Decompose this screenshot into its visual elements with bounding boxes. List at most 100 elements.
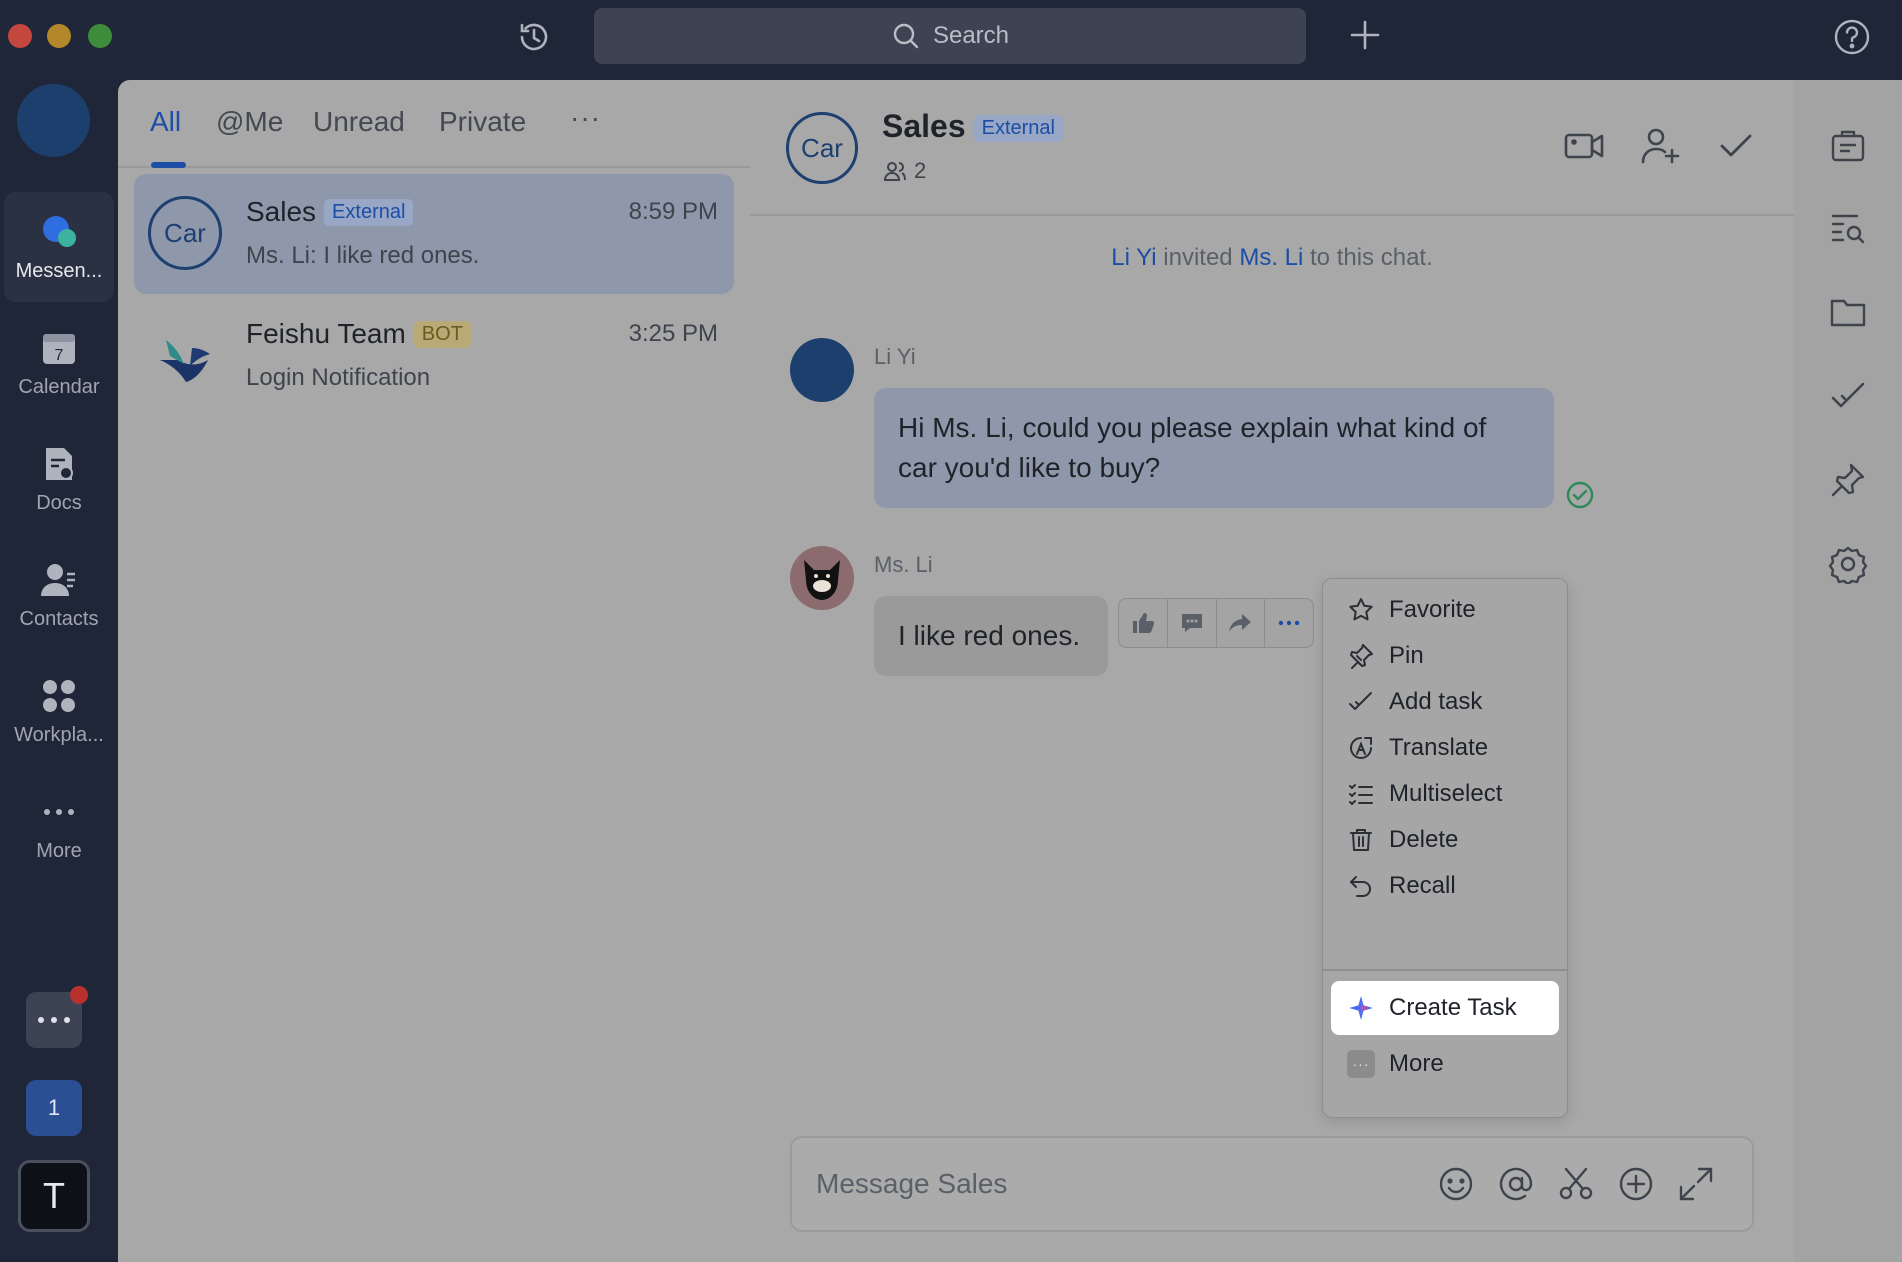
window-count-button[interactable]: 1 bbox=[26, 1080, 82, 1136]
chat-name: Feishu Team BOT bbox=[246, 318, 471, 350]
sidebar-item-label: Contacts bbox=[19, 607, 99, 630]
profile-button[interactable]: T bbox=[18, 1160, 90, 1232]
group-avatar[interactable]: Car bbox=[786, 112, 858, 184]
close-window-button[interactable] bbox=[8, 24, 32, 48]
chat-avatar: Car bbox=[148, 196, 222, 270]
more-square-icon: ··· bbox=[1347, 1050, 1375, 1078]
tabs-more-button[interactable]: ··· bbox=[570, 102, 601, 134]
pin-icon[interactable] bbox=[1828, 460, 1868, 500]
search-placeholder: Search bbox=[932, 22, 1010, 49]
message-bubble[interactable]: I like red ones. bbox=[874, 596, 1108, 676]
task-icon[interactable] bbox=[1828, 376, 1868, 416]
plus-icon[interactable] bbox=[1348, 18, 1382, 52]
more-actions-button[interactable] bbox=[1265, 599, 1313, 647]
expand-icon[interactable] bbox=[1676, 1164, 1716, 1204]
feishu-logo-icon bbox=[160, 340, 210, 382]
message-bubble[interactable]: Hi Ms. Li, could you please explain what… bbox=[874, 388, 1554, 508]
tab-private[interactable]: Private bbox=[439, 106, 526, 138]
menu-item-more[interactable]: ··· More bbox=[1331, 1037, 1559, 1091]
sidebar-item-label: Workpla... bbox=[14, 723, 104, 746]
external-tag: External bbox=[973, 115, 1063, 142]
conversation-title-text: Sales bbox=[882, 108, 966, 144]
tab-mentions[interactable]: @Me bbox=[216, 106, 283, 138]
chat-list-item[interactable]: Feishu Team BOT 3:25 PM Login Notificatio… bbox=[134, 296, 734, 416]
search-bar[interactable]: Search bbox=[594, 8, 1306, 64]
announcement-icon[interactable] bbox=[1828, 126, 1868, 166]
menu-item-label: Favorite bbox=[1389, 596, 1476, 623]
sidebar-item-workplace[interactable]: Workpla... bbox=[4, 656, 114, 766]
system-message-target[interactable]: Ms. Li bbox=[1239, 244, 1303, 271]
sidebar-item-label: Messen... bbox=[15, 259, 103, 282]
history-icon[interactable] bbox=[514, 17, 554, 57]
menu-item-label: Add task bbox=[1389, 688, 1483, 715]
menu-divider bbox=[1323, 969, 1567, 971]
search-history-icon[interactable] bbox=[1828, 208, 1868, 248]
menu-item-label: More bbox=[1389, 1050, 1444, 1077]
sidebar-item-more[interactable]: More bbox=[4, 772, 114, 882]
conversation-panel: Car Sales External 2 Li Yi invited Ms. Li… bbox=[750, 80, 1794, 1262]
sidebar-item-label: Docs bbox=[36, 491, 82, 514]
scissors-icon[interactable] bbox=[1556, 1164, 1596, 1204]
system-message-actor[interactable]: Li Yi bbox=[1111, 244, 1156, 271]
chat-preview: Login Notification bbox=[246, 364, 431, 391]
chat-name-text: Feishu Team bbox=[246, 318, 406, 349]
tab-unread[interactable]: Unread bbox=[313, 106, 405, 138]
add-task-icon bbox=[1349, 692, 1372, 710]
chat-list-item[interactable]: Car Sales External 8:59 PM Ms. Li: I like… bbox=[134, 174, 734, 294]
recall-icon bbox=[1350, 876, 1371, 897]
sidebar-item-messenger[interactable]: Messen... bbox=[4, 192, 114, 302]
multiselect-icon bbox=[1349, 784, 1373, 806]
menu-item-create-task[interactable]: Create Task bbox=[1331, 981, 1559, 1035]
help-icon[interactable] bbox=[1832, 17, 1872, 57]
member-count[interactable]: 2 bbox=[882, 158, 926, 184]
active-tab-indicator bbox=[151, 162, 186, 168]
members-icon bbox=[883, 162, 906, 181]
chat-name: Sales External bbox=[246, 196, 414, 228]
chat-time: 8:59 PM bbox=[628, 198, 718, 225]
svg-text:7: 7 bbox=[55, 347, 64, 364]
sidebar-item-calendar[interactable]: 7 Calendar bbox=[4, 308, 114, 418]
zoom-window-button[interactable] bbox=[88, 24, 112, 48]
message-input[interactable]: Message Sales bbox=[816, 1168, 1007, 1200]
notification-badge bbox=[70, 986, 88, 1004]
system-message: Li Yi invited Ms. Li to this chat. bbox=[750, 244, 1794, 272]
chat-time: 3:25 PM bbox=[628, 320, 718, 347]
reply-button[interactable] bbox=[1168, 599, 1217, 647]
translate-icon bbox=[1350, 737, 1372, 759]
sidebar-item-contacts[interactable]: Contacts bbox=[4, 540, 114, 650]
mention-icon[interactable] bbox=[1496, 1164, 1536, 1204]
chat-preview: Ms. Li: I like red ones. bbox=[246, 242, 480, 269]
message-composer[interactable]: Message Sales bbox=[790, 1136, 1754, 1232]
sidebar-item-label: More bbox=[36, 839, 82, 862]
dog-avatar-icon bbox=[804, 560, 840, 600]
video-call-icon[interactable] bbox=[1562, 124, 1606, 168]
reaction-button[interactable] bbox=[1119, 599, 1168, 647]
menu-item-label: Multiselect bbox=[1389, 780, 1503, 807]
menu-item-label: Pin bbox=[1389, 642, 1424, 669]
add-attachment-icon[interactable] bbox=[1616, 1164, 1656, 1204]
menu-item-label: Delete bbox=[1389, 826, 1459, 853]
sidebar-item-docs[interactable]: Docs bbox=[4, 424, 114, 534]
app-sidebar: Messen... 7 Calendar Docs Contacts Workp bbox=[0, 80, 118, 1262]
sender-avatar[interactable] bbox=[790, 546, 854, 610]
emoji-icon[interactable] bbox=[1436, 1164, 1476, 1204]
user-avatar[interactable] bbox=[17, 84, 90, 157]
title-bar: Search bbox=[0, 0, 1902, 80]
sender-avatar[interactable] bbox=[790, 338, 854, 402]
minimize-window-button[interactable] bbox=[47, 24, 71, 48]
folder-icon[interactable] bbox=[1828, 292, 1868, 332]
menu-item-label: Translate bbox=[1389, 734, 1489, 761]
docs-icon bbox=[46, 447, 73, 480]
tab-all[interactable]: All bbox=[150, 106, 181, 138]
contacts-icon bbox=[41, 563, 75, 596]
menu-item-label: Create Task bbox=[1389, 994, 1517, 1021]
system-message-suffix: to this chat. bbox=[1310, 244, 1433, 271]
chat-filter-tabs: All @Me Unread Private ··· bbox=[118, 80, 750, 168]
notifications-button[interactable] bbox=[26, 986, 88, 1048]
menu-item-recall[interactable]: Recall bbox=[1331, 859, 1559, 913]
message-hover-toolbar bbox=[1118, 598, 1314, 648]
settings-gear-icon[interactable] bbox=[1828, 544, 1868, 584]
checkmark-icon[interactable] bbox=[1714, 124, 1758, 168]
add-member-icon[interactable] bbox=[1638, 124, 1682, 168]
forward-button[interactable] bbox=[1217, 599, 1266, 647]
